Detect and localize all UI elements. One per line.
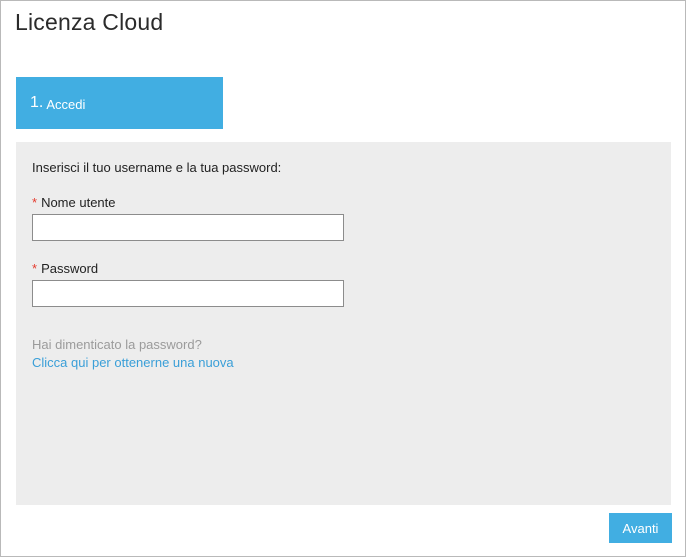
password-label-text: Password — [41, 261, 99, 276]
page-title: Licenza Cloud — [15, 9, 164, 35]
login-panel: Inserisci il tuo username e la tua passw… — [16, 142, 671, 505]
step-tab-accedi: 1. Accedi — [16, 77, 223, 129]
dialog-window: Licenza Cloud 1. Accedi Inserisci il tuo… — [0, 0, 686, 557]
reset-password-link[interactable]: Clicca qui per ottenerne una nuova — [32, 355, 234, 370]
step-number: 1. — [30, 94, 44, 111]
password-input[interactable] — [32, 280, 344, 307]
next-button[interactable]: Avanti — [609, 513, 672, 543]
username-label: * Nome utente — [32, 195, 116, 210]
forgot-password-text: Hai dimenticato la password? — [32, 337, 202, 352]
username-label-text: Nome utente — [41, 195, 116, 210]
required-marker: * — [32, 195, 38, 210]
username-input[interactable] — [32, 214, 344, 241]
login-instructions: Inserisci il tuo username e la tua passw… — [32, 160, 282, 175]
required-marker: * — [32, 261, 38, 276]
password-label: * Password — [32, 261, 98, 276]
step-label: Accedi — [46, 96, 86, 112]
